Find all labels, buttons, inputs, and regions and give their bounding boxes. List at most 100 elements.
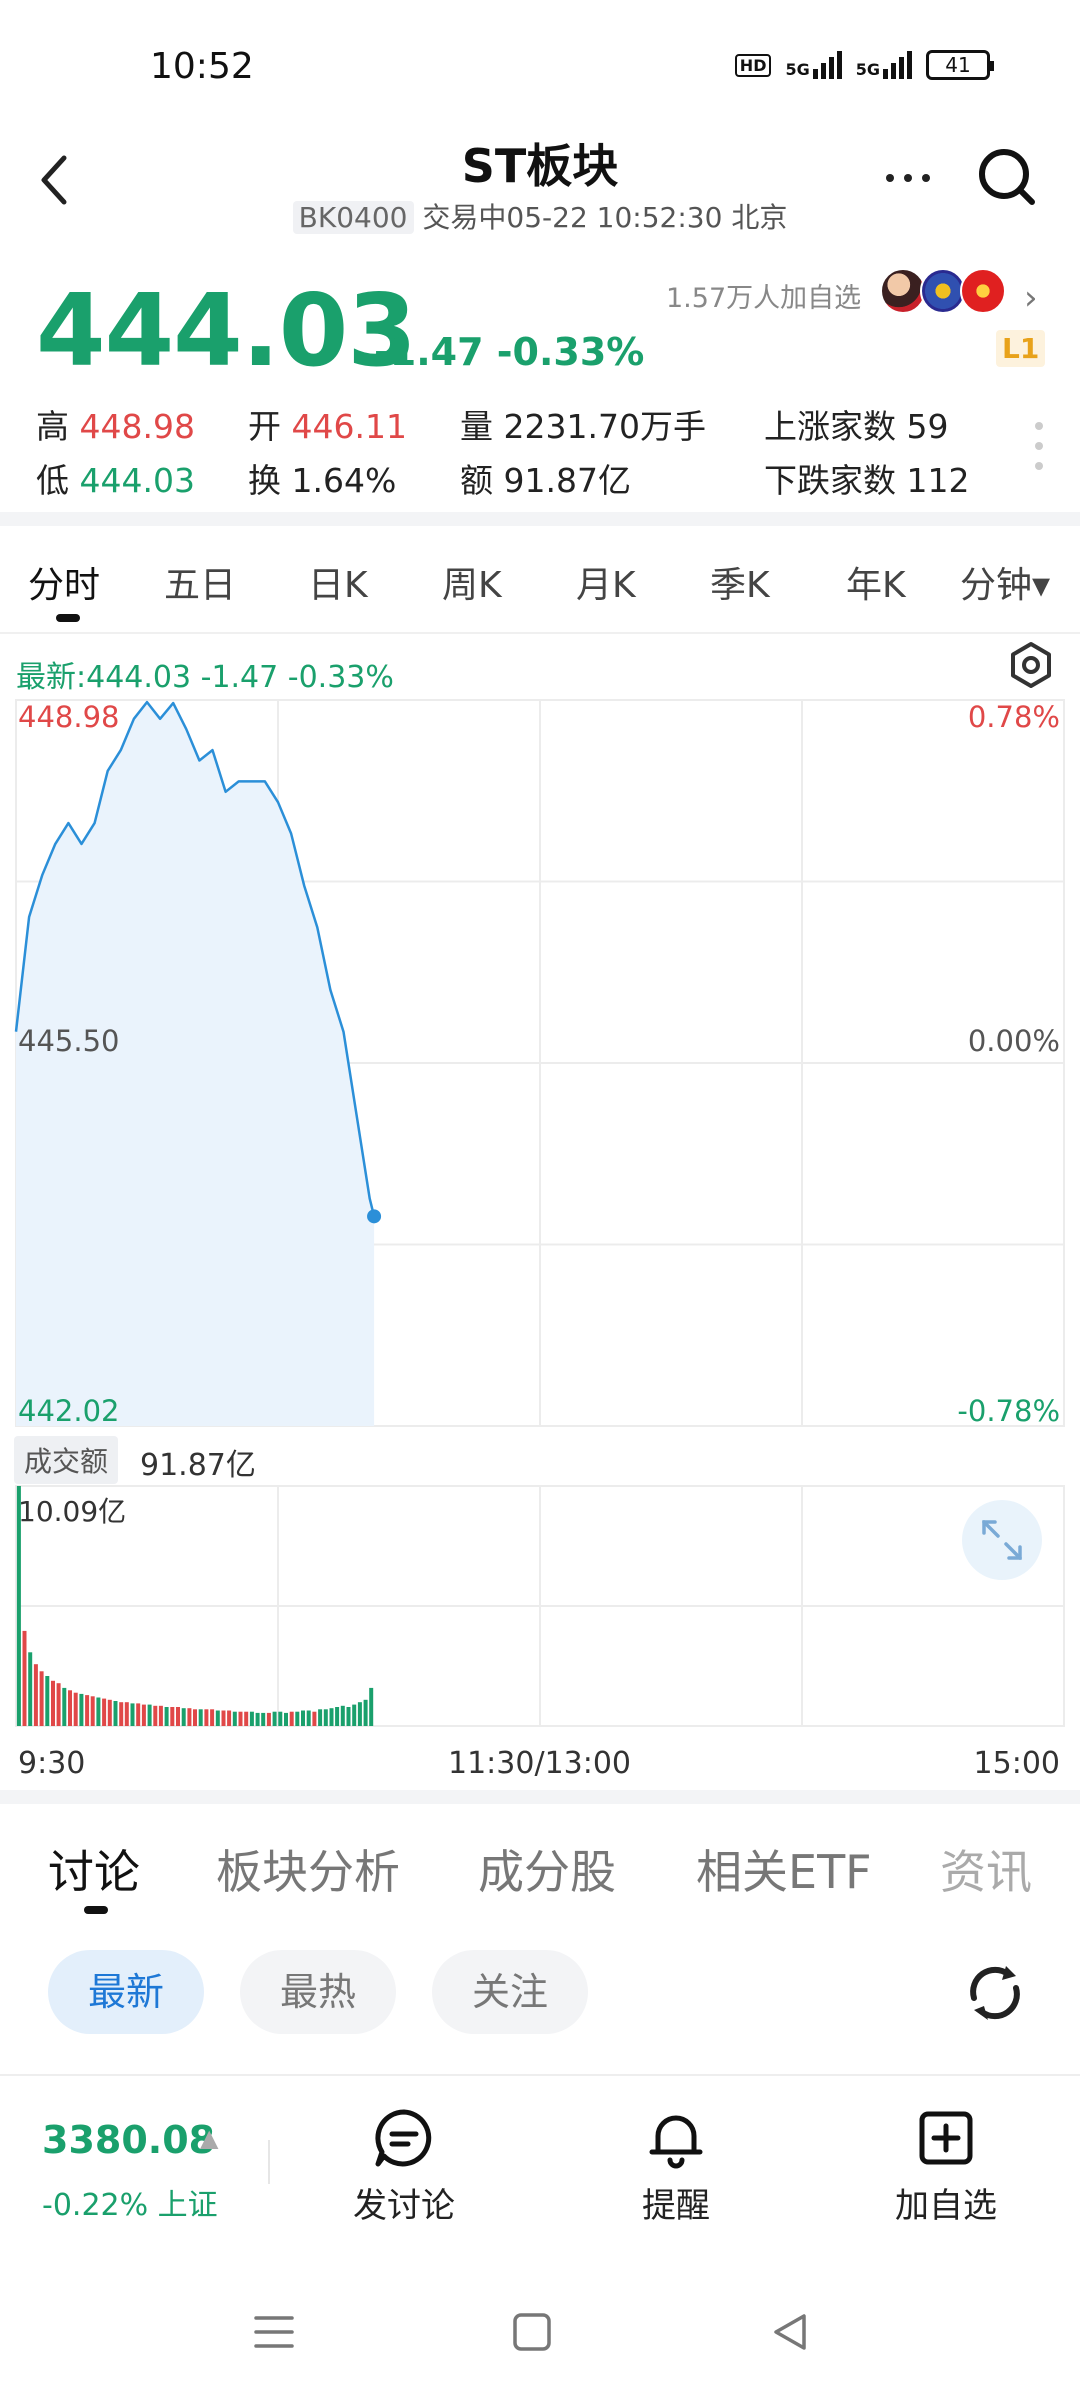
price-area [14, 700, 382, 1426]
volume-bar [96, 1697, 101, 1726]
post-discussion-label: 发讨论 [353, 2186, 455, 2226]
volume-bar [352, 1704, 357, 1726]
trading-status: 交易中05-22 10:52:30 北京 [422, 201, 788, 234]
volume-bar [181, 1708, 186, 1726]
level-badge: L1 [996, 330, 1046, 367]
signal-5g-icon: 5G [785, 51, 842, 79]
stat-down-count: 下跌家数 112 [764, 461, 970, 500]
volume-bar [107, 1699, 112, 1726]
time-midday: 11:30/13:00 [448, 1746, 632, 1781]
volume-bar [33, 1664, 38, 1726]
index-value[interactable]: 3380.08 [42, 2118, 215, 2162]
search-icon[interactable] [976, 146, 1038, 208]
volume-bar [255, 1712, 260, 1726]
volume-bar [221, 1710, 226, 1726]
axis-top-price: 448.98 [18, 700, 120, 734]
volume-bar [335, 1707, 340, 1726]
followers-count[interactable]: 1.57万人加自选 [666, 276, 861, 315]
tab-indicator [56, 614, 80, 622]
volume-bar [301, 1710, 305, 1726]
filter-hottest[interactable]: 最热 [240, 1950, 396, 2034]
bell-icon [649, 2115, 703, 2169]
volume-bar [187, 1708, 192, 1726]
chat-icon [375, 2109, 432, 2167]
amount-label[interactable]: 成交额 [14, 1436, 119, 1484]
status-icons: HD 5G 5G 41 [734, 50, 994, 80]
home-icon[interactable] [510, 2310, 554, 2354]
volume-bar [130, 1703, 135, 1726]
tab-discussion[interactable]: 讨论 [48, 1836, 140, 1902]
volume-bar [238, 1711, 243, 1726]
volume-bar [210, 1709, 215, 1726]
tab-constituents[interactable]: 成分股 [478, 1836, 616, 1902]
alert-button[interactable]: 提醒 [596, 2106, 756, 2227]
section-divider [0, 1790, 1080, 1804]
volume-bar [153, 1705, 158, 1726]
section-divider [0, 512, 1080, 526]
tab-weekly-k[interactable]: 周K [442, 556, 502, 608]
tab-yearly-k[interactable]: 年K [846, 556, 906, 608]
volume-bar [51, 1680, 55, 1726]
tab-monthly-k[interactable]: 月K [576, 556, 636, 608]
price-change: -1.47 -0.33% [374, 330, 645, 374]
avatar[interactable] [960, 268, 1006, 314]
intraday-chart[interactable] [0, 690, 1080, 1750]
tab-intraday[interactable]: 分时 [28, 556, 100, 608]
axis-mid-price: 445.50 [18, 1024, 120, 1058]
stat-low: 低 444.03 [36, 461, 195, 500]
volume-bar [45, 1676, 50, 1726]
expand-icon[interactable] [962, 1500, 1042, 1580]
status-time: 10:52 [150, 46, 254, 87]
volume-bar [164, 1707, 169, 1726]
volume-bar [284, 1712, 288, 1726]
filter-latest[interactable]: 最新 [48, 1950, 204, 2034]
latest-price-dot [367, 1209, 382, 1224]
volume-bar [62, 1687, 67, 1726]
volume-bar [158, 1705, 163, 1726]
volume-bar [340, 1705, 345, 1726]
current-price: 444.03 [36, 272, 417, 389]
volume-bar [85, 1695, 90, 1726]
amount-value: 91.87亿 [140, 1448, 256, 1483]
axis-bottom-pct: -0.78% [957, 1394, 1060, 1428]
volume-bar [323, 1709, 328, 1726]
more-icon[interactable] [880, 150, 936, 206]
time-start: 9:30 [18, 1746, 86, 1781]
volume-bar [176, 1707, 180, 1726]
vertical-divider [268, 2140, 270, 2184]
tab-daily-k[interactable]: 日K [308, 556, 368, 608]
chevron-right-icon[interactable]: › [1024, 278, 1038, 318]
volume-bar [39, 1671, 44, 1726]
add-watchlist-button[interactable]: 加自选 [866, 2106, 1026, 2227]
stat-volume: 量 2231.70万手 [460, 407, 706, 446]
filter-following[interactable]: 关注 [432, 1950, 588, 2034]
index-change[interactable]: -0.22% 上证 [42, 2180, 218, 2224]
bar-divider [0, 2074, 1080, 2076]
volume-bar [278, 1711, 283, 1726]
stat-up-count: 上涨家数 59 [764, 407, 949, 446]
refresh-icon[interactable] [962, 1960, 1028, 2026]
tab-quarterly-k[interactable]: 季K [710, 556, 770, 608]
stat-high: 高 448.98 [36, 407, 195, 446]
menu-icon[interactable] [252, 2310, 296, 2354]
volume-bar [215, 1710, 220, 1726]
volume-bar [329, 1708, 334, 1726]
volume-bar [90, 1696, 95, 1726]
tab-indicator [84, 1906, 108, 1914]
price-fill [16, 702, 375, 1426]
tab-minute-dropdown[interactable]: 分钟▾ [960, 556, 1050, 608]
settings-icon[interactable] [1006, 640, 1056, 690]
back-nav-icon[interactable] [768, 2310, 812, 2354]
volume-bar [232, 1711, 237, 1726]
vertical-more-icon[interactable] [1030, 418, 1048, 474]
tab-news[interactable]: 资讯 [940, 1836, 1032, 1902]
axis-mid-pct: 0.00% [967, 1024, 1060, 1058]
volume-bar [136, 1703, 141, 1726]
tab-five-day[interactable]: 五日 [164, 556, 236, 608]
post-discussion-button[interactable]: 发讨论 [324, 2106, 484, 2227]
volume-bar [73, 1692, 78, 1726]
volume-bar [170, 1707, 175, 1726]
tab-sector-analysis[interactable]: 板块分析 [216, 1836, 400, 1902]
tab-related-etf[interactable]: 相关ETF [696, 1836, 872, 1902]
volume-bar [227, 1710, 232, 1726]
